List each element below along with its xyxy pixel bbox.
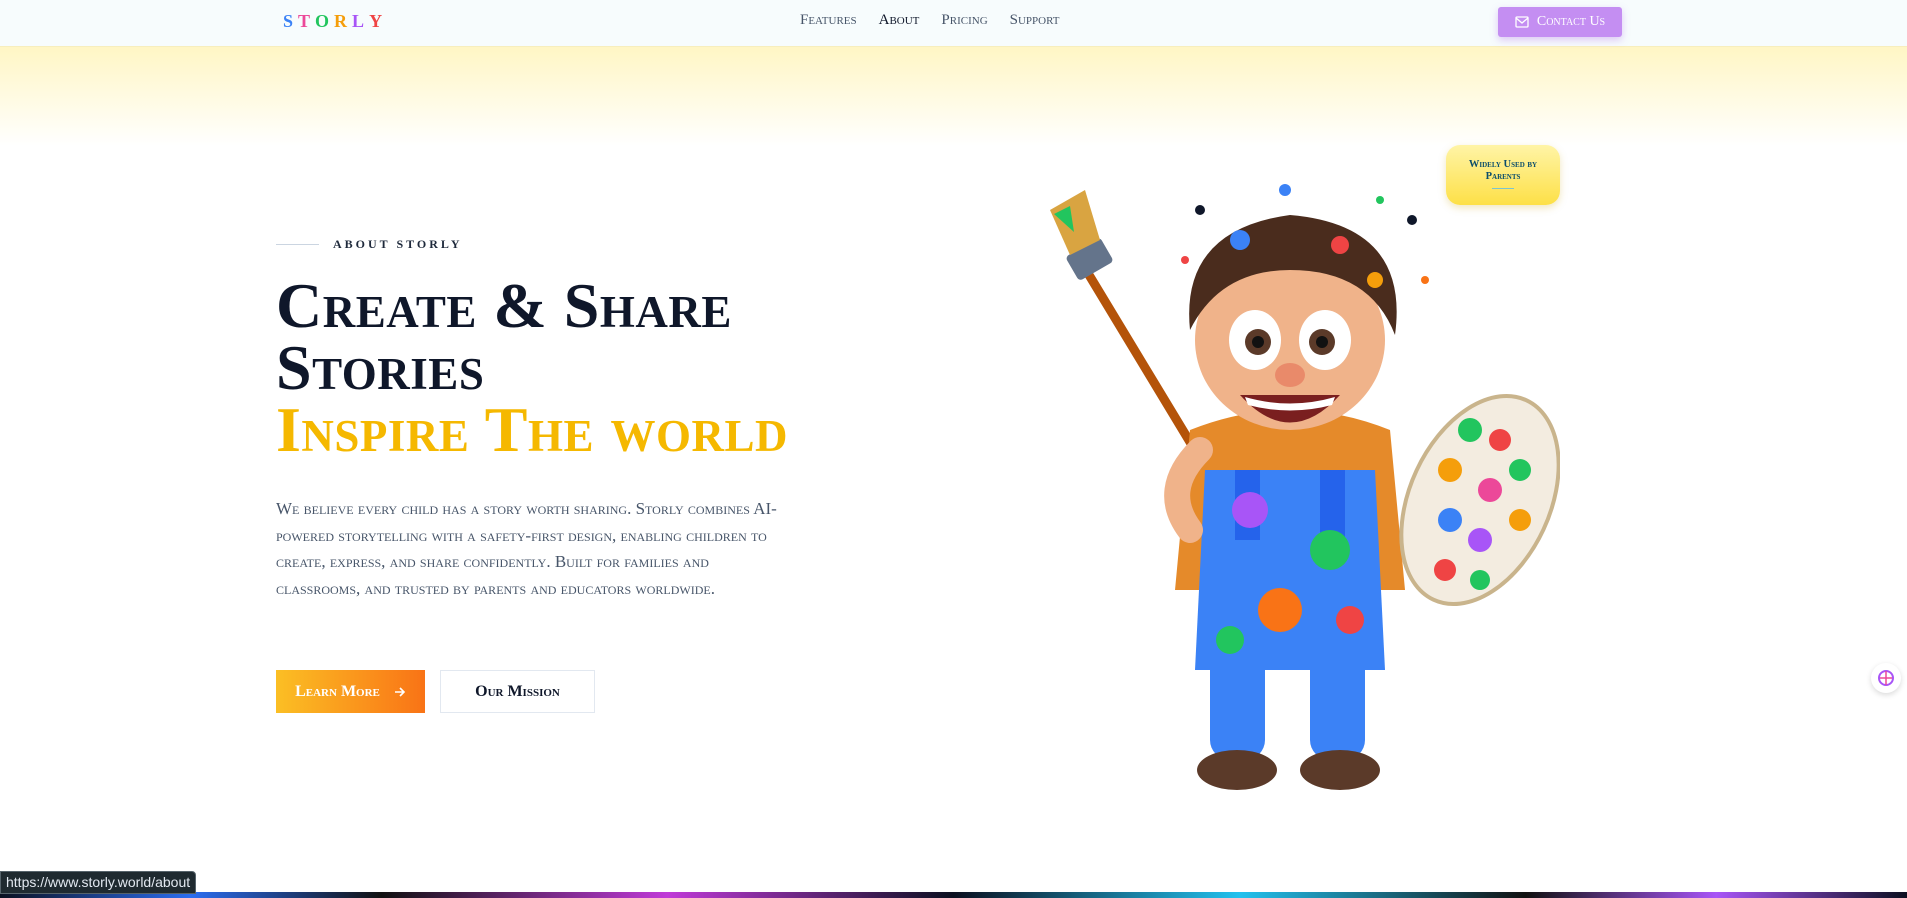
brain-icon <box>1878 670 1894 686</box>
logo[interactable]: STORLY <box>283 11 387 32</box>
badge-line1: Widely Used by <box>1468 159 1538 170</box>
next-section-edge <box>0 892 1907 898</box>
hero-title: Create & Share Stories Inspire The world <box>276 270 789 465</box>
logo-letter: S <box>283 11 299 31</box>
mail-icon <box>1515 16 1529 28</box>
eyebrow-divider <box>276 244 319 245</box>
hero-title-line3: Inspire The world <box>276 394 789 465</box>
contact-us-label: Contact Us <box>1536 14 1606 29</box>
nav-link-about[interactable]: About <box>879 12 920 29</box>
logo-letter: T <box>298 11 316 31</box>
logo-letter: O <box>315 11 335 31</box>
hero-title-line2: Stories <box>276 332 485 403</box>
nav-link-pricing[interactable]: Pricing <box>941 12 987 29</box>
learn-more-label: Learn More <box>295 682 380 700</box>
hero-band <box>0 46 1907 146</box>
floating-widget-button[interactable] <box>1871 663 1901 693</box>
nav-link-features[interactable]: Features <box>800 12 857 29</box>
logo-letter: Y <box>369 11 388 31</box>
nav-links: Features About Pricing Support <box>800 12 1060 29</box>
arrow-right-icon <box>394 686 406 697</box>
logo-letter: R <box>334 11 353 31</box>
nav-link-support[interactable]: Support <box>1010 12 1060 29</box>
status-bar-url: https://www.storly.world/about <box>0 871 197 894</box>
our-mission-button[interactable]: Our Mission <box>440 670 595 713</box>
eyebrow-text: ABOUT STORLY <box>333 237 463 251</box>
contact-us-button[interactable]: Contact Us <box>1498 7 1622 37</box>
logo-letter: L <box>352 11 370 31</box>
painter-kid-illustration <box>1050 184 1560 790</box>
eyebrow: ABOUT STORLY <box>276 237 463 252</box>
learn-more-button[interactable]: Learn More <box>276 670 425 713</box>
top-nav: STORLY Features About Pricing Support Co… <box>0 0 1907 46</box>
hero-description: We believe every child has a story worth… <box>276 499 777 598</box>
hero-title-line1: Create & Share <box>276 270 732 341</box>
our-mission-label: Our Mission <box>475 682 560 700</box>
